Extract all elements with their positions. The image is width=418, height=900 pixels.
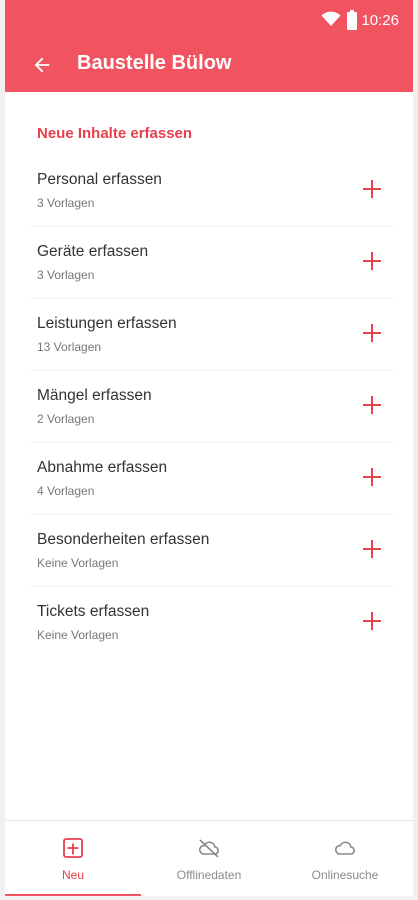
list-item-abnahme[interactable]: Abnahme erfassen 4 Vorlagen: [29, 443, 393, 515]
status-bar: 10:26: [5, 0, 413, 40]
back-arrow-icon[interactable]: [31, 54, 53, 76]
plus-icon[interactable]: [363, 396, 381, 414]
item-label: Geräte erfassen: [37, 243, 149, 260]
status-time: 10:26: [361, 12, 399, 29]
nav-tab-onlinesuche[interactable]: Onlinesuche: [277, 821, 413, 896]
list-item-geraete[interactable]: Geräte erfassen 3 Vorlagen: [29, 227, 393, 299]
cloud-icon: [334, 841, 355, 855]
item-subtitle: 4 Vorlagen: [37, 484, 95, 498]
item-label: Personal erfassen: [37, 171, 162, 188]
list-item-maengel[interactable]: Mängel erfassen 2 Vorlagen: [29, 371, 393, 443]
nav-tab-offlinedaten[interactable]: Offlinedaten: [141, 821, 277, 896]
item-label: Abnahme erfassen: [37, 459, 168, 476]
item-subtitle: Keine Vorlagen: [37, 628, 119, 642]
plus-icon[interactable]: [363, 540, 381, 558]
nav-label: Neu: [61, 868, 84, 882]
item-subtitle: Keine Vorlagen: [37, 556, 119, 570]
item-subtitle: 3 Vorlagen: [37, 268, 95, 282]
plus-icon[interactable]: [363, 324, 381, 342]
wifi-icon: [321, 11, 341, 26]
item-label: Leistungen erfassen: [37, 315, 177, 332]
active-tab-indicator: [5, 894, 141, 896]
nav-label: Offlinedaten: [176, 868, 242, 882]
item-label: Besonderheiten erfassen: [37, 531, 210, 548]
list-item-besonderheiten[interactable]: Besonderheiten erfassen Keine Vorlagen: [29, 515, 393, 587]
list-item-tickets[interactable]: Tickets erfassen Keine Vorlagen: [29, 587, 393, 658]
app-screen: 10:26 Baustelle Bülow Neue Inhalte erfas…: [5, 0, 413, 896]
plus-icon[interactable]: [363, 468, 381, 486]
item-label: Mängel erfassen: [37, 387, 152, 404]
item-label: Tickets erfassen: [37, 603, 150, 620]
list-item-personal[interactable]: Personal erfassen 3 Vorlagen: [29, 155, 393, 227]
plus-icon[interactable]: [363, 612, 381, 630]
battery-icon: [347, 10, 357, 30]
cloud-off-icon: [198, 839, 219, 858]
item-subtitle: 3 Vorlagen: [37, 196, 95, 210]
plus-icon[interactable]: [363, 180, 381, 198]
bottom-navigation: Neu Offlinedaten Onlinesuche: [5, 820, 413, 896]
page-title: Baustelle Bülow: [77, 52, 232, 74]
add-box-icon: [63, 838, 83, 858]
nav-label: Onlinesuche: [311, 868, 379, 882]
nav-tab-neu[interactable]: Neu: [5, 821, 141, 896]
list-item-leistungen[interactable]: Leistungen erfassen 13 Vorlagen: [29, 299, 393, 371]
app-bar: 10:26 Baustelle Bülow: [5, 0, 413, 92]
item-subtitle: 2 Vorlagen: [37, 412, 95, 426]
template-list: Personal erfassen 3 Vorlagen Geräte erfa…: [29, 155, 393, 658]
plus-icon[interactable]: [363, 252, 381, 270]
item-subtitle: 13 Vorlagen: [37, 340, 102, 354]
section-title: Neue Inhalte erfassen: [37, 125, 193, 142]
